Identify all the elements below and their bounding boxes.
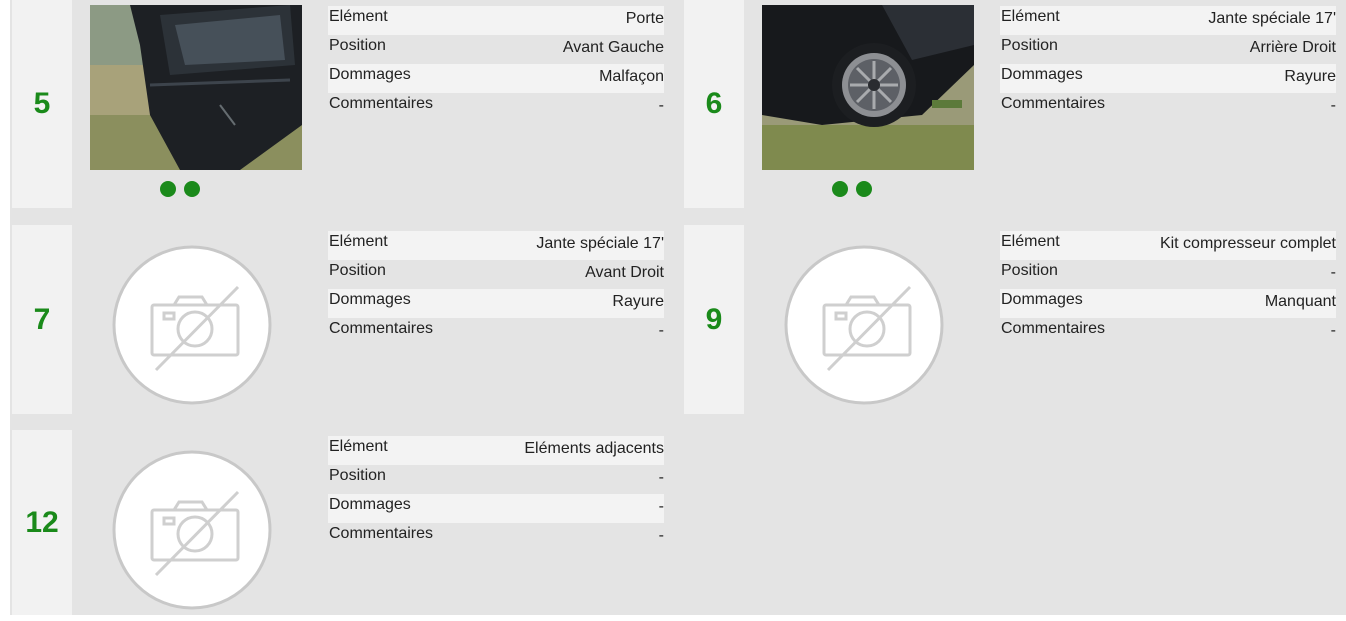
detail-value: - (1330, 322, 1336, 339)
detail-row-dommages: Dommages Rayure (328, 289, 664, 318)
damage-number-panel: 12 (12, 430, 72, 615)
damage-number: 5 (33, 87, 51, 120)
detail-label: Commentaires (1001, 95, 1106, 112)
detail-value: - (1330, 97, 1336, 114)
detail-row-commentaires: Commentaires - (328, 318, 664, 347)
detail-row-element: Elément Eléments adjacents (328, 436, 664, 465)
detail-row-position: Position Avant Gauche (328, 35, 664, 64)
damage-number-panel: 7 (12, 225, 72, 414)
damage-card-12: 12 Elément Eléments adjacents Position -… (12, 430, 672, 615)
damage-card-7: 7 Elément Jante spéciale 17' Position Av… (12, 225, 672, 415)
detail-label: Position (329, 37, 386, 54)
damage-number: 9 (705, 302, 723, 336)
detail-label: Elément (329, 233, 388, 250)
detail-value: Avant Gauche (562, 39, 664, 56)
detail-label: Position (329, 467, 386, 484)
detail-row-element: Elément Kit compresseur complet (1000, 231, 1336, 260)
detail-value: Rayure (1284, 68, 1336, 85)
detail-label: Commentaires (329, 95, 434, 112)
detail-value: Jante spéciale 17' (1208, 10, 1336, 27)
damage-photo[interactable] (90, 5, 302, 170)
damage-number: 7 (33, 302, 51, 336)
detail-value: Eléments adjacents (524, 440, 664, 457)
detail-label: Position (1001, 262, 1058, 279)
detail-label: Elément (1001, 8, 1060, 25)
detail-row-position: Position - (328, 465, 664, 494)
detail-value: - (658, 527, 664, 544)
detail-row-position: Position Avant Droit (328, 260, 664, 289)
detail-value: Malfaçon (599, 68, 664, 85)
carousel-dot-icon[interactable] (184, 181, 200, 197)
detail-row-commentaires: Commentaires - (328, 523, 664, 552)
damage-details: Elément Jante spéciale 17' Position Avan… (328, 231, 664, 347)
carousel-dot-icon[interactable] (160, 181, 176, 197)
detail-label: Dommages (329, 496, 411, 513)
carousel-dot-icon[interactable] (832, 181, 848, 197)
detail-label: Commentaires (1001, 320, 1106, 337)
detail-row-element: Elément Porte (328, 6, 664, 35)
detail-label: Elément (1001, 233, 1060, 250)
damage-number-panel: 9 (684, 225, 744, 414)
detail-label: Elément (329, 438, 388, 455)
photo-carousel-dots (160, 181, 200, 197)
damage-details: Elément Kit compresseur complet Position… (1000, 231, 1336, 347)
detail-row-commentaires: Commentaires - (1000, 93, 1336, 122)
detail-label: Position (329, 262, 386, 279)
detail-value: Arrière Droit (1249, 39, 1336, 56)
detail-row-commentaires: Commentaires - (328, 93, 664, 122)
camera-off-icon (112, 450, 278, 616)
damage-photo[interactable] (762, 5, 974, 170)
detail-row-position: Position Arrière Droit (1000, 35, 1336, 64)
detail-label: Dommages (329, 291, 411, 308)
detail-row-dommages: Dommages Manquant (1000, 289, 1336, 318)
detail-label: Dommages (1001, 66, 1083, 83)
detail-row-dommages: Dommages Rayure (1000, 64, 1336, 93)
detail-value: Kit compresseur complet (1159, 235, 1336, 252)
detail-label: Elément (329, 8, 388, 25)
detail-value: Manquant (1264, 293, 1336, 310)
damage-number: 6 (705, 87, 723, 120)
detail-row-element: Elément Jante spéciale 17' (328, 231, 664, 260)
damage-number-panel: 6 (684, 0, 744, 208)
detail-value: - (658, 97, 664, 114)
detail-label: Dommages (329, 66, 411, 83)
damage-details: Elément Porte Position Avant Gauche Domm… (328, 6, 664, 122)
detail-label: Commentaires (329, 320, 434, 337)
damage-card-6: 6 Elément Jante spéciale 17' Position Ar… (684, 0, 1344, 210)
damage-details: Elément Eléments adjacents Position - Do… (328, 436, 664, 552)
detail-row-dommages: Dommages Malfaçon (328, 64, 664, 93)
detail-row-element: Elément Jante spéciale 17' (1000, 6, 1336, 35)
detail-value: Porte (625, 10, 664, 27)
detail-value: - (658, 469, 664, 486)
detail-value: - (658, 322, 664, 339)
detail-value: - (1330, 264, 1336, 281)
detail-value: Jante spéciale 17' (536, 235, 664, 252)
detail-row-commentaires: Commentaires - (1000, 318, 1336, 347)
detail-value: Avant Droit (585, 264, 664, 281)
detail-label: Position (1001, 37, 1058, 54)
damage-details: Elément Jante spéciale 17' Position Arri… (1000, 6, 1336, 122)
detail-value: Rayure (612, 293, 664, 310)
carousel-dot-icon[interactable] (856, 181, 872, 197)
detail-row-position: Position - (1000, 260, 1336, 289)
damage-number-panel: 5 (12, 0, 72, 208)
damage-card-9: 9 Elément Kit compresseur complet Positi… (684, 225, 1344, 415)
damage-card-5: 5 Elément Porte Position Avant Gauche Do… (12, 0, 672, 210)
detail-value: - (658, 498, 664, 515)
damage-number: 12 (25, 505, 59, 539)
camera-off-icon (112, 245, 278, 411)
detail-row-dommages: Dommages - (328, 494, 664, 523)
camera-off-icon (784, 245, 950, 411)
detail-label: Dommages (1001, 291, 1083, 308)
photo-carousel-dots (832, 181, 872, 197)
detail-label: Commentaires (329, 525, 434, 542)
